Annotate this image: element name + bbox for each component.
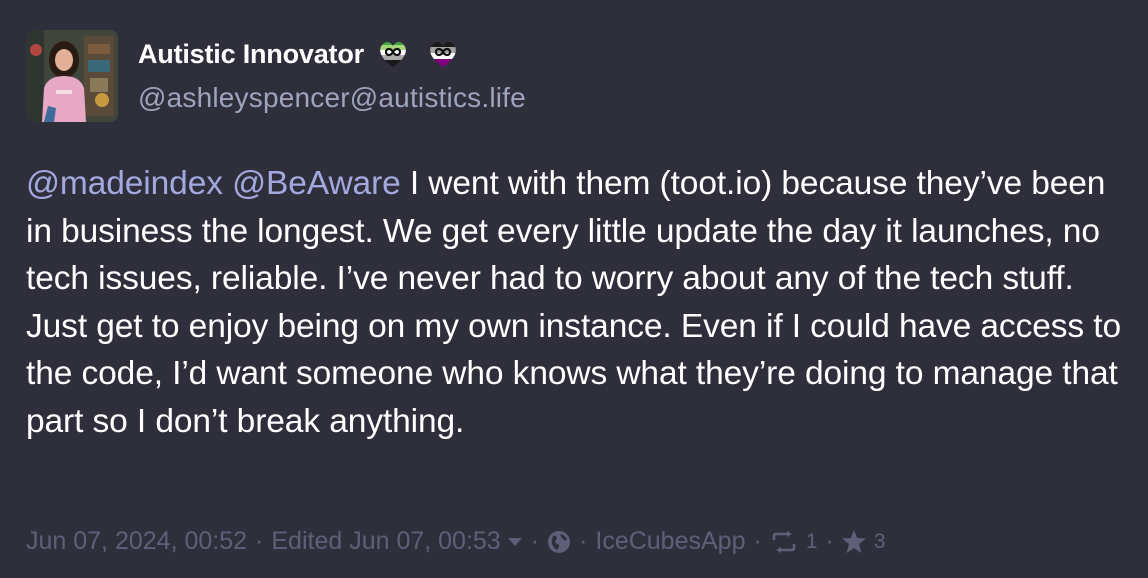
avatar[interactable] (26, 30, 118, 122)
edited-label[interactable]: Edited Jun 07, 00:53 (271, 527, 500, 556)
display-name-row: Autistic Innovator (138, 34, 526, 74)
favourite-count: 3 (873, 529, 886, 553)
meta-separator: · (530, 527, 540, 555)
display-name[interactable]: Autistic Innovator (138, 39, 364, 70)
asexual-heart-infinity-icon (426, 37, 460, 71)
post-header: Autistic Innovator @ashleyspencer@autist… (26, 30, 526, 122)
meta-separator: · (255, 527, 264, 555)
avatar-image (26, 30, 118, 122)
star-icon[interactable] (841, 530, 866, 553)
caret-down-icon[interactable] (507, 536, 523, 548)
post-content: @madeindex @BeAware I went with them (to… (26, 160, 1126, 445)
mention-link-beaware[interactable]: @BeAware (232, 165, 401, 202)
globe-icon (547, 530, 571, 554)
meta-separator: · (825, 527, 834, 555)
meta-separator: · (753, 527, 762, 555)
post-meta: Jun 07, 2024, 00:52 · Edited Jun 07, 00:… (26, 527, 886, 556)
meta-separator: · (579, 527, 588, 555)
post-text: I went with them (toot.io) because they’… (26, 165, 1122, 440)
aromantic-heart-infinity-icon (376, 37, 410, 71)
application-name[interactable]: IceCubesApp (595, 527, 745, 556)
mention-link-madeindex[interactable]: @madeindex (26, 165, 223, 202)
author-handle[interactable]: @ashleyspencer@autistics.life (138, 82, 526, 114)
post-date[interactable]: Jun 07, 2024, 00:52 (26, 527, 247, 556)
author-names: Autistic Innovator @ashleyspencer@autist… (138, 30, 526, 114)
post-card: Autistic Innovator @ashleyspencer@autist… (0, 0, 1148, 578)
boost-icon[interactable] (770, 530, 798, 553)
boost-count: 1 (805, 529, 818, 553)
